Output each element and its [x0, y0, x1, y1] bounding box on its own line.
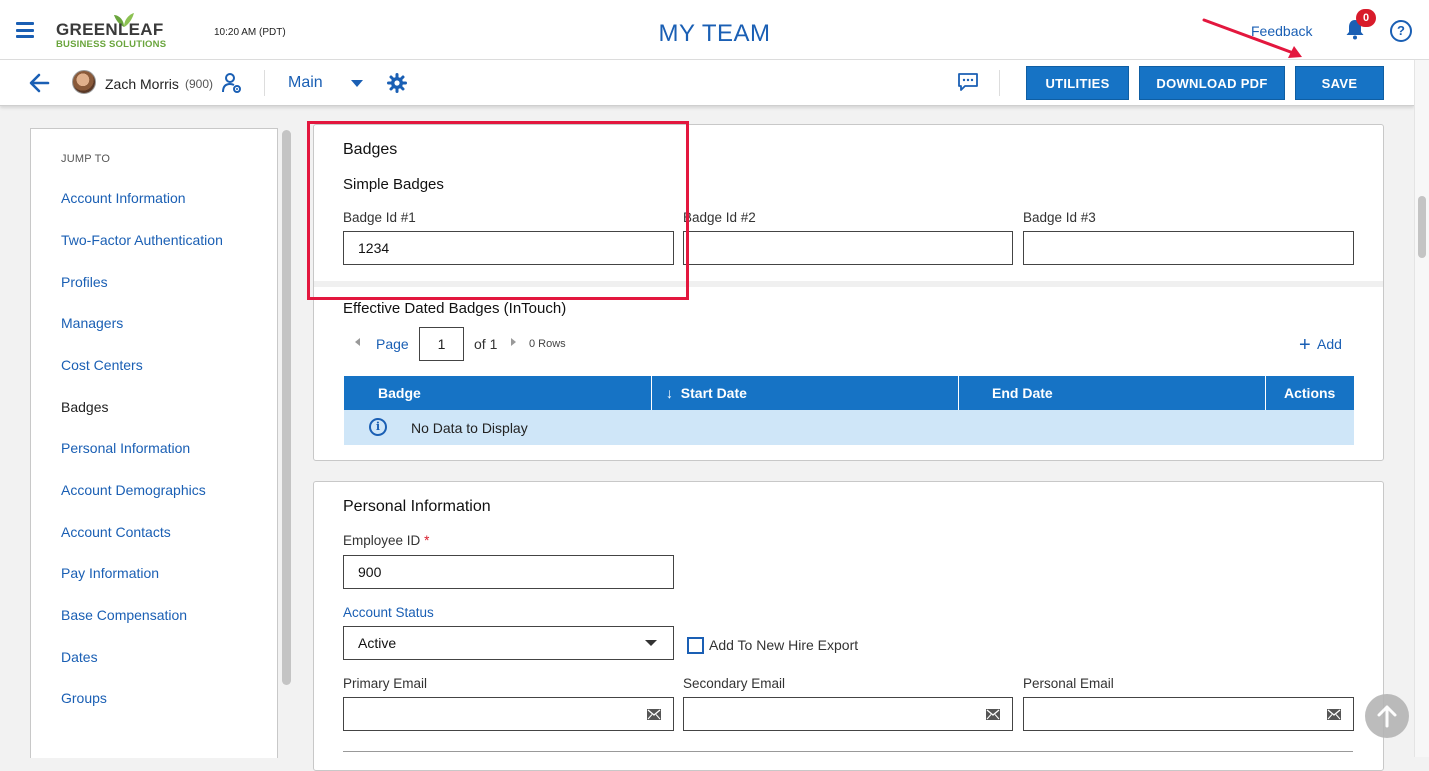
chat-icon[interactable]	[957, 72, 979, 92]
sidebar-item-cost-centers[interactable]: Cost Centers	[61, 357, 143, 373]
sidebar-item-account-information[interactable]: Account Information	[61, 190, 186, 206]
avatar	[72, 70, 96, 94]
sort-down-icon: ↓	[666, 385, 673, 401]
badge-id-3-field[interactable]	[1023, 231, 1354, 265]
sidebar-item-managers[interactable]: Managers	[61, 315, 123, 331]
personal-email-label: Personal Email	[1023, 676, 1114, 691]
new-hire-export-label[interactable]: Add To New Hire Export	[709, 637, 858, 653]
save-button[interactable]: SAVE	[1295, 66, 1384, 100]
badges-grid-header: Badge ↓ Start Date End Date Actions	[344, 376, 1354, 410]
utilities-button[interactable]: UTILITIES	[1026, 66, 1129, 100]
sidebar-scrollbar[interactable]	[282, 130, 291, 685]
view-selector[interactable]: Main	[288, 74, 323, 92]
envelope-icon[interactable]	[986, 709, 1000, 720]
secondary-email-label: Secondary Email	[683, 676, 786, 691]
pager-prev-icon[interactable]	[355, 338, 360, 346]
badge-id-2-field[interactable]	[683, 231, 1013, 265]
new-hire-export-checkbox[interactable]	[687, 637, 704, 654]
sidebar-item-groups[interactable]: Groups	[61, 690, 107, 706]
section-title: Personal Information	[343, 498, 491, 515]
plus-icon[interactable]: +	[1299, 335, 1311, 355]
arrow-up-icon	[1377, 705, 1397, 728]
personal-information-section: Personal Information Employee ID * 900 A…	[313, 481, 1384, 771]
pager-row-count: 0 Rows	[529, 338, 566, 350]
user-name: Zach Morris	[105, 76, 179, 92]
chevron-down-icon	[645, 640, 657, 646]
primary-email-label: Primary Email	[343, 676, 428, 691]
account-status-label: Account Status	[343, 605, 434, 620]
pager-next-icon[interactable]	[511, 338, 516, 346]
secondary-email-field[interactable]	[683, 697, 1013, 731]
badge-id-3-label: Badge Id #3	[1023, 210, 1096, 225]
sidebar-item-account-contacts[interactable]: Account Contacts	[61, 524, 171, 540]
sidebar-item-pay-information[interactable]: Pay Information	[61, 565, 159, 581]
personal-email-field[interactable]	[1023, 697, 1354, 731]
sidebar-item-personal-information[interactable]: Personal Information	[61, 440, 190, 456]
page-scrollbar-track[interactable]	[1414, 60, 1429, 757]
column-header-end-date[interactable]: End Date	[959, 376, 1266, 410]
toolbar-divider	[264, 70, 265, 96]
account-status-select[interactable]: Active	[343, 626, 674, 660]
empty-grid-row: i No Data to Display	[344, 410, 1354, 445]
account-status-value: Active	[358, 635, 397, 651]
chevron-down-icon[interactable]	[351, 80, 363, 87]
badge-id-2-label: Badge Id #2	[683, 210, 756, 225]
effective-dated-badges-title: Effective Dated Badges (InTouch)	[343, 300, 567, 317]
sidebar-item-account-demographics[interactable]: Account Demographics	[61, 482, 206, 498]
envelope-icon[interactable]	[647, 709, 661, 720]
sidebar-item-base-compensation[interactable]: Base Compensation	[61, 607, 187, 623]
primary-email-field[interactable]	[343, 697, 674, 731]
sidebar-item-two-factor-authentication[interactable]: Two-Factor Authentication	[61, 232, 223, 248]
page-scrollbar-thumb[interactable]	[1418, 196, 1426, 258]
sidebar-item-badges[interactable]: Badges	[61, 399, 108, 415]
annotation-highlight-box	[307, 121, 689, 300]
pager-total: of 1	[474, 336, 498, 352]
envelope-icon[interactable]	[1327, 709, 1341, 720]
toolbar-divider	[999, 70, 1000, 96]
sidebar-item-dates[interactable]: Dates	[61, 649, 98, 665]
column-header-actions: Actions	[1284, 385, 1336, 401]
employee-id-label: Employee ID *	[343, 533, 429, 548]
jump-to-heading: JUMP TO	[61, 153, 111, 165]
gear-icon[interactable]	[387, 73, 407, 93]
notification-count-badge: 0	[1356, 9, 1376, 27]
user-id: (900)	[185, 77, 214, 91]
download-pdf-button[interactable]: DOWNLOAD PDF	[1139, 66, 1285, 100]
user-settings-icon[interactable]	[221, 72, 243, 94]
section-divider	[343, 751, 1353, 752]
column-header-start-date[interactable]: ↓ Start Date	[652, 376, 959, 410]
jump-to-sidebar: JUMP TO Account Information Two-Factor A…	[30, 128, 278, 758]
required-marker: *	[424, 533, 430, 548]
employee-id-field[interactable]: 900	[343, 555, 674, 589]
scroll-to-top-button[interactable]	[1365, 694, 1409, 738]
annotation-arrow	[1202, 18, 1302, 58]
pager-page-label: Page	[376, 336, 409, 352]
info-icon: i	[369, 418, 387, 436]
add-badge-button[interactable]: Add	[1317, 336, 1342, 352]
employee-id-label-text: Employee ID	[343, 533, 421, 548]
back-arrow-icon[interactable]	[28, 72, 50, 94]
column-header-badge[interactable]: Badge	[344, 376, 652, 410]
column-header-start-date-label: Start Date	[680, 385, 747, 401]
pager-page-input[interactable]: 1	[419, 327, 464, 361]
toolbar: Zach Morris (900) Main UTILITIES DOWNLOA…	[0, 60, 1414, 106]
sidebar-item-profiles[interactable]: Profiles	[61, 274, 108, 290]
help-icon[interactable]: ?	[1390, 20, 1412, 42]
empty-grid-message: No Data to Display	[411, 420, 528, 436]
